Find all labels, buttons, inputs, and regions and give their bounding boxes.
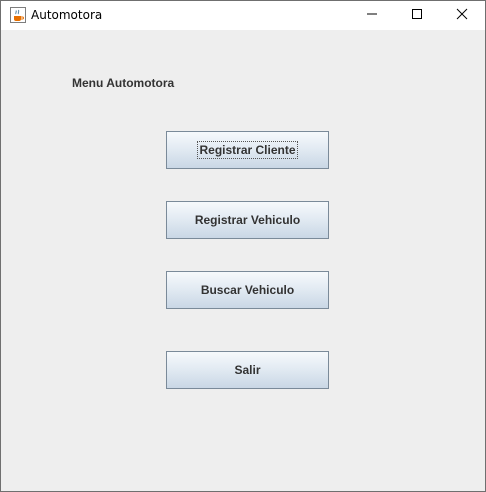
minimize-icon bbox=[366, 7, 378, 25]
title-bar[interactable]: Automotora bbox=[1, 1, 485, 30]
java-cup-icon bbox=[10, 7, 26, 23]
menu-title: Menu Automotora bbox=[72, 76, 175, 90]
registrar-vehiculo-label: Registrar Vehiculo bbox=[194, 213, 301, 227]
salir-label: Salir bbox=[234, 363, 261, 377]
registrar-cliente-label: Registrar Cliente bbox=[197, 141, 298, 159]
registrar-cliente-button[interactable]: Registrar Cliente bbox=[166, 131, 329, 169]
app-window: Automotora Menu Automotora Registrar Cli… bbox=[0, 0, 486, 492]
salir-button[interactable]: Salir bbox=[166, 351, 329, 389]
window-title: Automotora bbox=[31, 8, 103, 22]
close-icon bbox=[456, 7, 468, 25]
buscar-vehiculo-button[interactable]: Buscar Vehiculo bbox=[166, 271, 329, 309]
main-panel: Menu Automotora Registrar Cliente Regist… bbox=[1, 30, 485, 491]
maximize-icon bbox=[411, 7, 423, 25]
buscar-vehiculo-label: Buscar Vehiculo bbox=[200, 283, 295, 297]
minimize-button[interactable] bbox=[349, 1, 395, 30]
maximize-button[interactable] bbox=[394, 1, 440, 30]
registrar-vehiculo-button[interactable]: Registrar Vehiculo bbox=[166, 201, 329, 239]
close-button[interactable] bbox=[439, 1, 485, 30]
